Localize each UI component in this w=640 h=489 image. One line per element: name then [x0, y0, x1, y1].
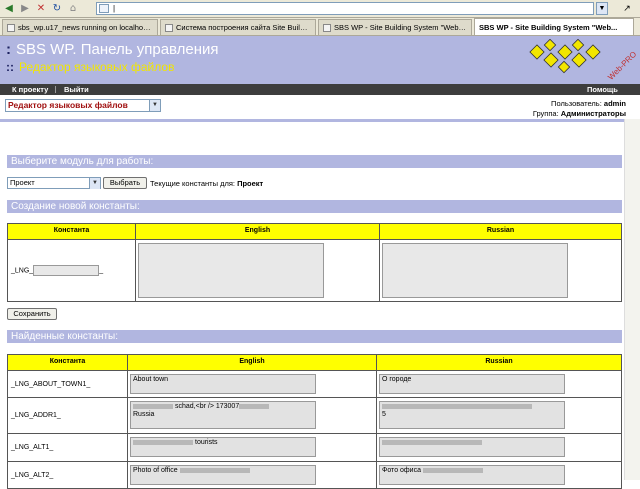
nav-logout-link[interactable]: Выйти: [64, 84, 89, 95]
current-constants: Текущие константы для: Проект: [150, 179, 264, 188]
en-value-field[interactable]: tourists: [130, 437, 316, 457]
user-info: Пользователь: admin Группа: Администрато…: [532, 99, 626, 118]
back-icon[interactable]: ◀: [2, 2, 16, 16]
module-select[interactable]: Проект ▼: [7, 177, 101, 189]
found-col-ru: Russian: [376, 354, 622, 371]
en-value-field[interactable]: About town: [130, 374, 316, 394]
new-ru-cell: [379, 239, 622, 302]
new-en-textarea[interactable]: [138, 243, 324, 298]
tab-favicon-icon: [7, 23, 15, 32]
new-en-cell: [135, 239, 380, 302]
ru-value-field[interactable]: [379, 437, 565, 457]
page-subtitle: :: Редактор языковых файлов: [6, 60, 175, 74]
found-col-en: English: [127, 354, 377, 371]
user-name: admin: [603, 99, 626, 108]
stop-icon[interactable]: ✕: [34, 2, 48, 16]
ru-value-field[interactable]: 5: [379, 401, 565, 429]
section-select[interactable]: Редактор языковых файлов ▼: [5, 99, 161, 112]
found-table: Константа English Russian _LNG_ABOUT_TOW…: [7, 354, 622, 489]
en-value-field[interactable]: Photo of office: [130, 465, 316, 485]
tab-1[interactable]: sbs_wp.u17_news running on localhost - p…: [2, 19, 158, 35]
en-value-field[interactable]: schad,<br /> 173007 Russia: [130, 401, 316, 429]
chevron-down-icon: ▼: [89, 178, 100, 189]
table-row: _LNG_ADDR1_ schad,<br /> 173007 Russia 5: [7, 397, 622, 434]
home-icon[interactable]: ⌂: [66, 2, 80, 16]
table-row: _LNG_ALT1_ tourists: [7, 433, 622, 462]
tab-favicon-icon: [165, 23, 173, 32]
address-value: |: [113, 4, 116, 13]
new-const-input[interactable]: [33, 265, 100, 276]
user-group: Администраторы: [560, 109, 626, 118]
page-icon: [99, 4, 109, 13]
tab-favicon-icon: [323, 23, 331, 32]
tab-4-active[interactable]: SBS WP - Site Building System "Web...: [474, 18, 634, 35]
forward-icon[interactable]: ▶: [18, 2, 32, 16]
new-const-cell: _LNG_ _: [7, 239, 136, 302]
chevron-down-icon: ▼: [149, 100, 160, 111]
table-row: _LNG_ALT2_ Photo of office Фото офиса: [7, 461, 622, 489]
save-button[interactable]: Сохранить: [7, 308, 57, 320]
module-heading: Выберите модуль для работы:: [7, 155, 622, 168]
choose-module-button[interactable]: Выбрать: [103, 177, 147, 189]
address-dropdown-icon[interactable]: ▼: [596, 2, 608, 15]
table-row: _LNG_ABOUT_TOWN1_ About town О городе: [7, 370, 622, 398]
tab-3[interactable]: SBS WP - Site Building System "Web-Pro": [318, 19, 472, 35]
web-pro-logo: Web-PRO: [529, 39, 636, 81]
browser-toolbar: ◀ ▶ ✕ ↻ ⌂ | ▼ ↗: [0, 0, 640, 18]
create-col-const: Константа: [7, 223, 136, 240]
nav-bar: К проекту Выйти Помощь: [0, 84, 640, 95]
logo-text: Web-PRO: [606, 50, 636, 81]
sub-header: Редактор языковых файлов ▼ Пользователь:…: [0, 95, 640, 119]
page-title: : SBS WP. Панель управления: [6, 41, 219, 58]
new-ru-textarea[interactable]: [382, 243, 568, 298]
reload-icon[interactable]: ↻: [50, 2, 64, 16]
found-col-const: Константа: [7, 354, 128, 371]
create-col-en: English: [135, 223, 380, 240]
nav-project-link[interactable]: К проекту: [12, 84, 48, 95]
create-heading: Создание новой константы:: [7, 200, 622, 213]
create-table: Константа English Russian _LNG_ _: [7, 223, 622, 302]
ru-value-field[interactable]: Фото офиса: [379, 465, 565, 485]
divider: [0, 119, 640, 122]
create-col-ru: Russian: [379, 223, 622, 240]
page-header: : SBS WP. Панель управления :: Редактор яз…: [0, 36, 640, 84]
found-heading: Найденные константы:: [7, 330, 622, 343]
page-scrollbar[interactable]: [624, 119, 640, 480]
ru-value-field[interactable]: О городе: [379, 374, 565, 394]
address-bar[interactable]: |: [96, 2, 594, 15]
go-icon[interactable]: ↗: [616, 2, 638, 15]
nav-help-link[interactable]: Помощь: [587, 84, 618, 95]
browser-tabs: sbs_wp.u17_news running on localhost - p…: [0, 18, 640, 36]
tab-2[interactable]: Система построения сайта Site Building .…: [160, 19, 316, 35]
